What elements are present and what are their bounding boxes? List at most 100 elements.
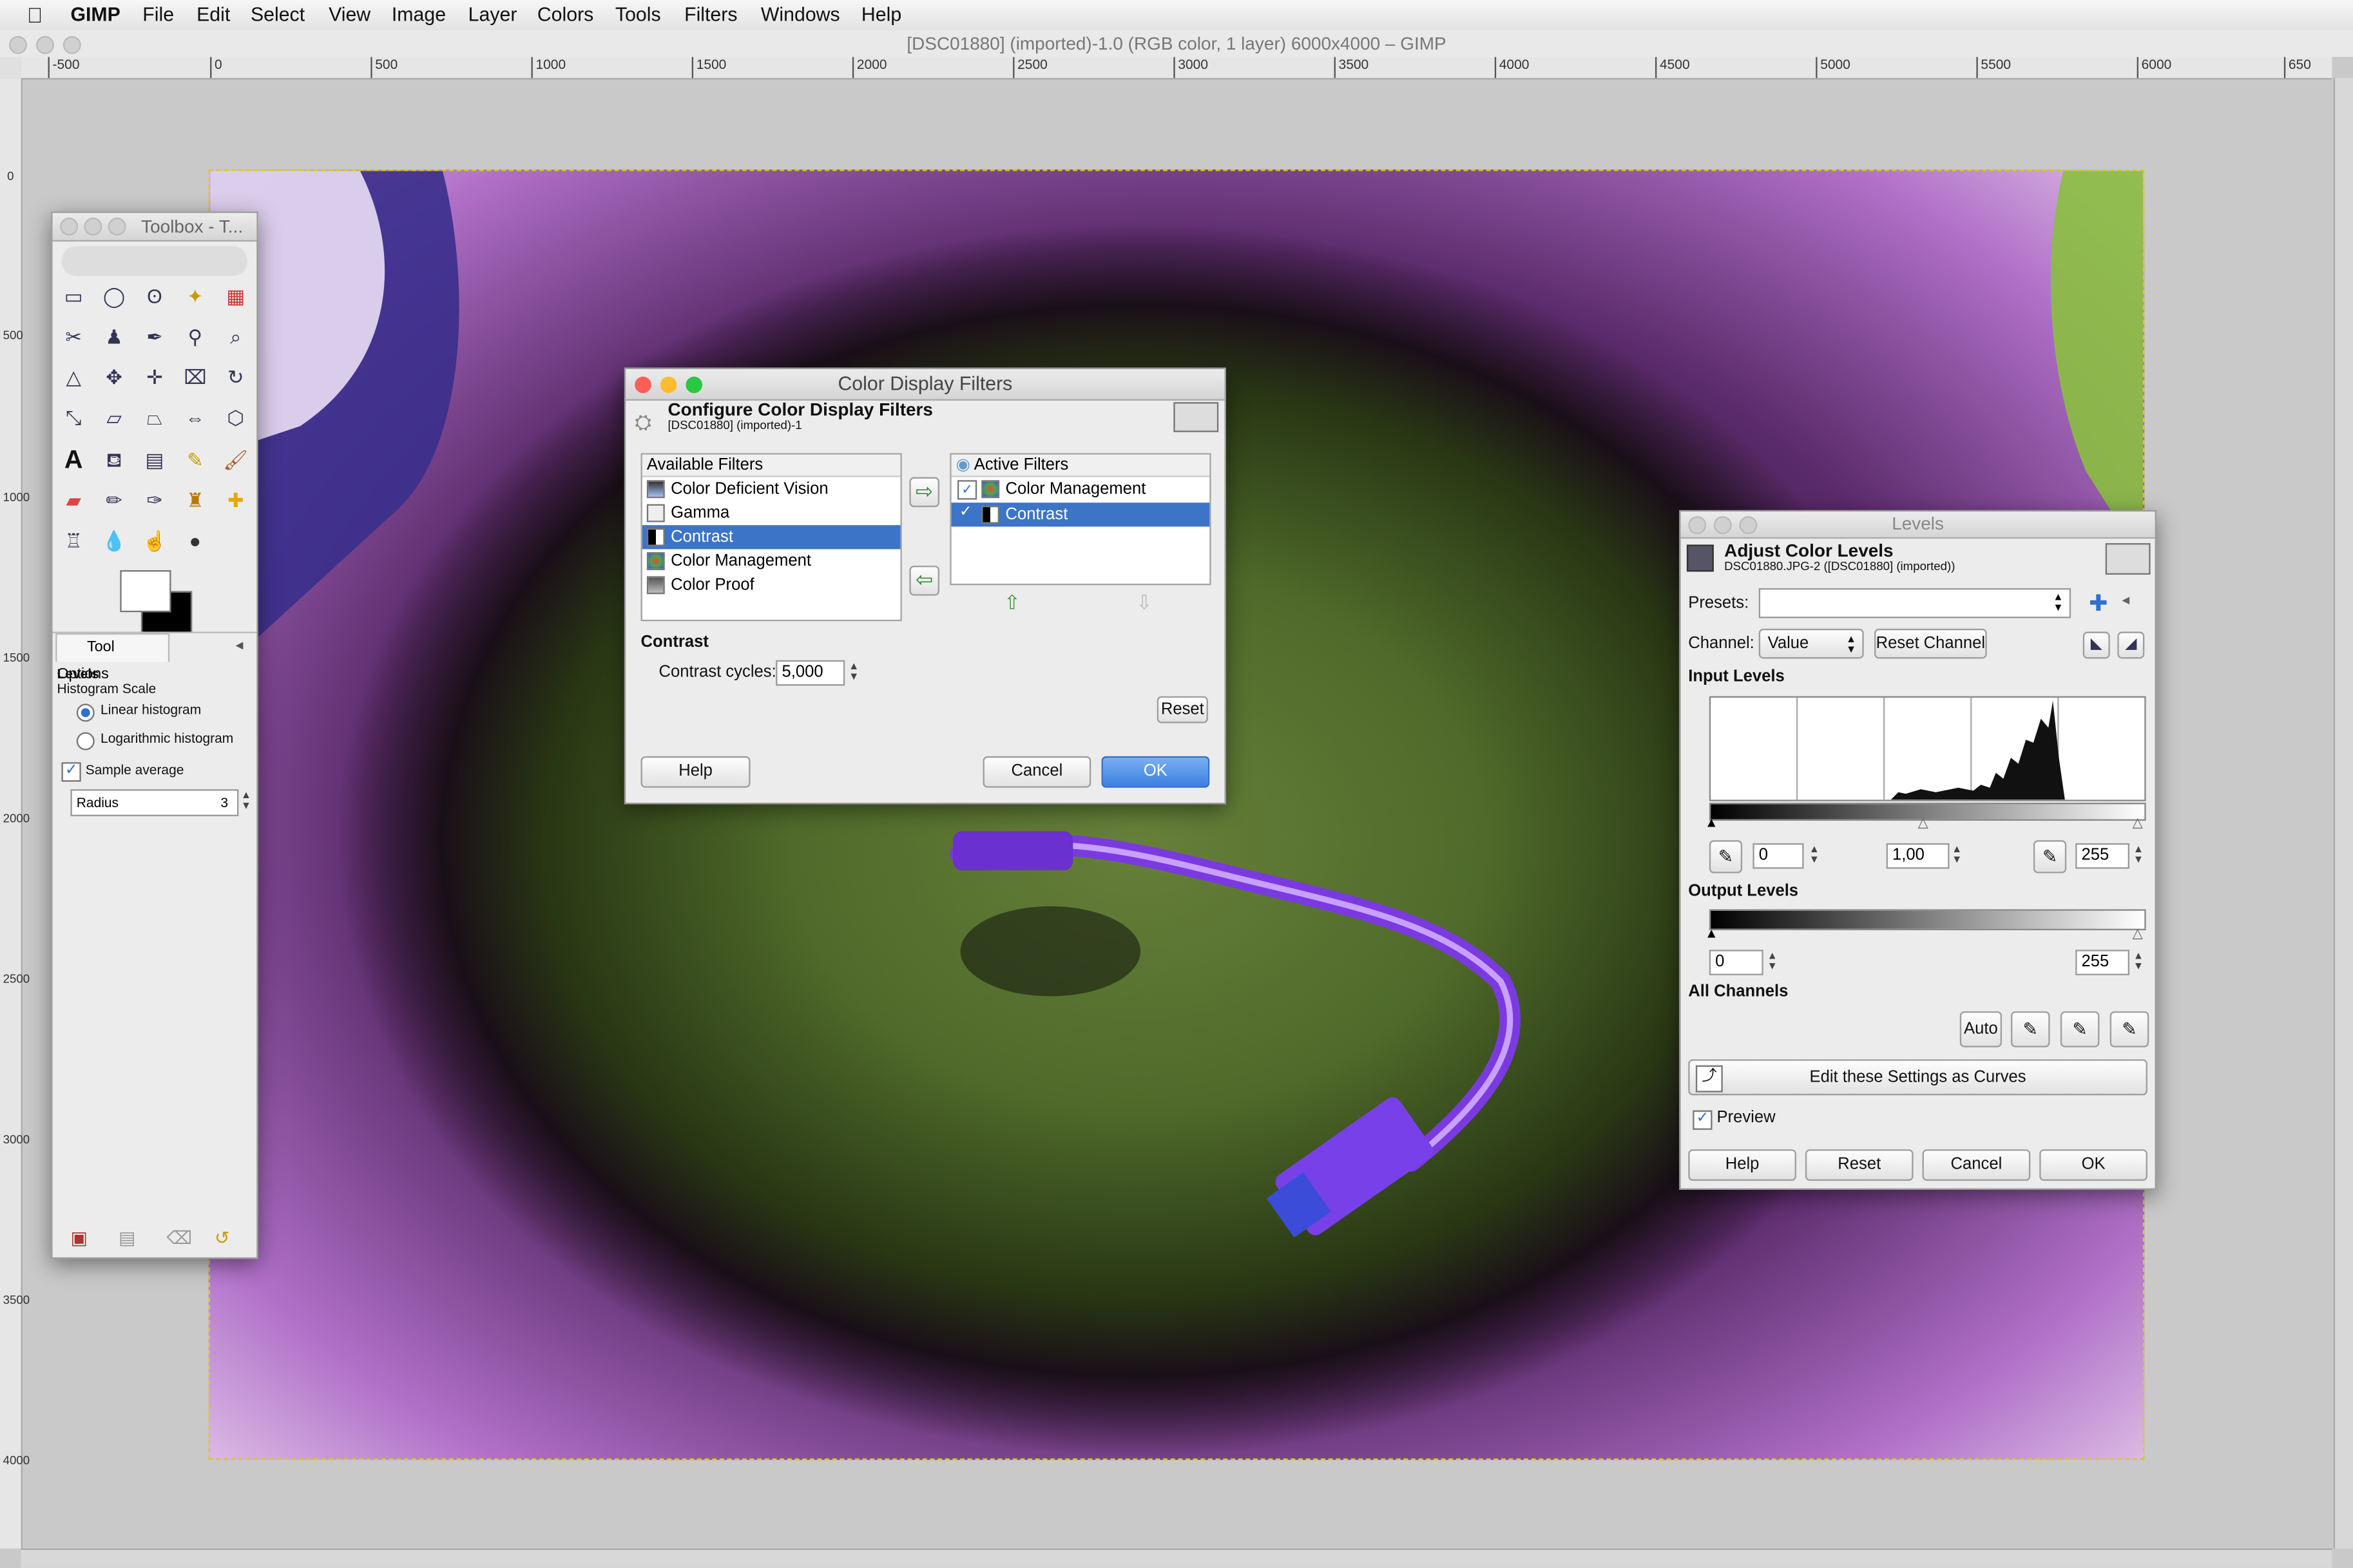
input-low-slider-handle[interactable]: ▲ — [1705, 815, 1718, 830]
vertical-ruler[interactable]: 0 500 1000 1500 2000 2500 3000 3500 4000 — [0, 78, 30, 1549]
tab-tool-options[interactable]: Tool Options — [55, 633, 170, 683]
list-item[interactable]: Color Management — [642, 549, 901, 573]
input-high-spinner[interactable]: ▲ ▼ — [2131, 845, 2146, 866]
free-select-icon[interactable]: ʘ — [140, 282, 170, 312]
reset-button[interactable]: Reset — [1157, 696, 1208, 723]
log-histogram-icon[interactable]: ◢ — [2117, 631, 2145, 659]
heal-icon[interactable]: ✚ — [220, 486, 251, 517]
reset-channel-button[interactable]: Reset Channel — [1874, 628, 1987, 659]
menu-edit[interactable]: Edit — [197, 3, 230, 26]
text-icon[interactable]: A — [59, 446, 89, 476]
channel-dropdown[interactable]: Value ▲ ▼ — [1758, 628, 1864, 659]
rect-select-icon[interactable]: ▭ — [59, 282, 89, 312]
linear-histogram-radio[interactable] — [76, 703, 95, 722]
menu-help[interactable]: Help — [861, 3, 901, 26]
radius-field[interactable]: Radius 3 — [70, 789, 239, 817]
cdf-minimize-button[interactable] — [660, 376, 677, 394]
cancel-button[interactable]: Cancel — [983, 756, 1091, 788]
move-up-icon[interactable]: ⇧ — [1004, 591, 1020, 615]
select-by-color-icon[interactable]: ▦ — [220, 282, 251, 312]
help-button[interactable]: Help — [640, 756, 751, 788]
white-eyedropper-button[interactable]: ✎ — [2109, 1011, 2149, 1047]
remove-filter-button[interactable]: ⇦ — [909, 566, 940, 596]
dodge-icon[interactable]: ● — [180, 527, 210, 557]
paths-icon[interactable]: ✒ — [140, 323, 170, 353]
levels-zoom-button[interactable] — [1739, 516, 1758, 535]
black-eyedropper-button[interactable]: ✎ — [2010, 1011, 2050, 1047]
log-histogram-radio[interactable] — [76, 732, 95, 751]
menu-file[interactable]: File — [142, 3, 174, 26]
output-high-slider-handle[interactable]: △ — [2133, 926, 2143, 942]
active-filters-list[interactable]: ◉ Active Filters ✓ Color Management ✓ Co… — [950, 453, 1211, 586]
foreground-color-swatch[interactable] — [120, 570, 171, 613]
fuzzy-select-icon[interactable]: ✦ — [180, 282, 210, 312]
app-menu[interactable]: GIMP — [70, 3, 120, 26]
dock-menu-icon[interactable]: ◂ — [236, 638, 244, 655]
ok-button[interactable]: OK — [1101, 756, 1210, 788]
restore-tool-preset-icon[interactable]: ▤ — [119, 1227, 135, 1248]
output-high-field[interactable]: 255 — [2075, 950, 2129, 975]
levels-minimize-button[interactable] — [1713, 516, 1732, 535]
foreground-select-icon[interactable]: ♟ — [99, 323, 130, 353]
blur-icon[interactable]: 💧 — [99, 527, 130, 557]
list-item[interactable]: Color Proof — [642, 573, 901, 597]
toolbox-zoom-button[interactable] — [108, 217, 126, 236]
contrast-cycles-spinner[interactable]: ▲ ▼ — [847, 662, 861, 683]
scale-icon[interactable]: ⤡ — [59, 404, 89, 434]
output-low-field[interactable]: 0 — [1709, 950, 1763, 975]
blend-icon[interactable]: ▤ — [140, 446, 170, 476]
available-filters-list[interactable]: Available Filters Color Deficient Vision… — [640, 453, 902, 622]
airbrush-icon[interactable]: ✏ — [99, 486, 130, 517]
zoom-icon[interactable]: ⌕ — [220, 323, 251, 353]
menu-colors[interactable]: Colors — [537, 3, 594, 26]
wilber-drop-area[interactable] — [61, 245, 248, 276]
shear-icon[interactable]: ▱ — [99, 404, 130, 434]
flip-icon[interactable]: ⇔ — [180, 404, 210, 434]
filter-enabled-checkbox[interactable]: ✓ — [957, 480, 977, 500]
levels-close-button[interactable] — [1688, 516, 1707, 535]
window-zoom-button[interactable] — [62, 35, 81, 54]
cancel-button[interactable]: Cancel — [1922, 1149, 2031, 1181]
input-high-slider-handle[interactable]: △ — [2133, 815, 2143, 832]
menu-layer[interactable]: Layer — [468, 3, 517, 26]
input-high-field[interactable]: 255 — [2075, 843, 2129, 869]
reset-tool-options-icon[interactable]: ↺ — [215, 1227, 229, 1248]
scissors-icon[interactable]: ✂ — [59, 323, 89, 353]
input-gamma-spinner[interactable]: ▲ ▼ — [1950, 845, 1964, 866]
toolbox-titlebar[interactable]: Toolbox - T... — [52, 213, 257, 242]
move-down-icon[interactable]: ⇩ — [1136, 591, 1152, 615]
linear-histogram-icon[interactable]: ◣ — [2082, 631, 2110, 659]
align-icon[interactable]: ✛ — [140, 363, 170, 394]
menu-image[interactable]: Image — [392, 3, 446, 26]
list-item[interactable]: ✓ Color Management — [952, 477, 1210, 501]
move-icon[interactable]: ✥ — [99, 363, 130, 394]
cdf-titlebar[interactable]: Color Display Filters — [626, 368, 1225, 401]
horizontal-scrollbar[interactable] — [21, 1548, 2332, 1568]
cage-icon[interactable]: ⬡ — [220, 404, 251, 434]
list-item[interactable]: ✓ Contrast — [951, 502, 1210, 527]
edit-as-curves-button[interactable]: ⤴ Edit these Settings as Curves — [1688, 1059, 2147, 1096]
input-gamma-field[interactable]: 1,00 — [1886, 843, 1950, 869]
bucket-fill-icon[interactable]: ⛾ — [99, 446, 130, 476]
perspective-icon[interactable]: ⏢ — [140, 404, 170, 434]
output-low-spinner[interactable]: ▲ ▼ — [1765, 951, 1780, 973]
cdf-close-button[interactable] — [635, 376, 651, 394]
output-low-slider-handle[interactable]: ▲ — [1705, 926, 1718, 941]
pencil-icon[interactable]: ✎ — [180, 446, 210, 476]
levels-titlebar[interactable]: Levels — [1680, 512, 2155, 539]
input-low-spinner[interactable]: ▲ ▼ — [1807, 845, 1821, 866]
gray-eyedropper-button[interactable]: ✎ — [2060, 1011, 2100, 1047]
reset-button[interactable]: Reset — [1805, 1149, 1914, 1181]
pick-black-point-button[interactable]: ✎ — [1709, 840, 1743, 874]
vertical-scrollbar[interactable] — [2333, 78, 2353, 1549]
ruler-corner[interactable] — [0, 57, 23, 80]
filter-enabled-checkbox[interactable]: ✓ — [957, 505, 974, 522]
clone-icon[interactable]: ♜ — [180, 486, 210, 517]
output-high-spinner[interactable]: ▲ ▼ — [2131, 951, 2146, 973]
preset-menu-icon[interactable]: ◂ — [2122, 593, 2129, 609]
delete-tool-preset-icon[interactable]: ⌫ — [167, 1227, 193, 1248]
add-filter-button[interactable]: ⇨ — [909, 477, 940, 508]
menu-filters[interactable]: Filters — [684, 3, 737, 26]
rotate-icon[interactable]: ↻ — [220, 363, 251, 394]
eraser-icon[interactable]: ▰ — [59, 486, 89, 517]
